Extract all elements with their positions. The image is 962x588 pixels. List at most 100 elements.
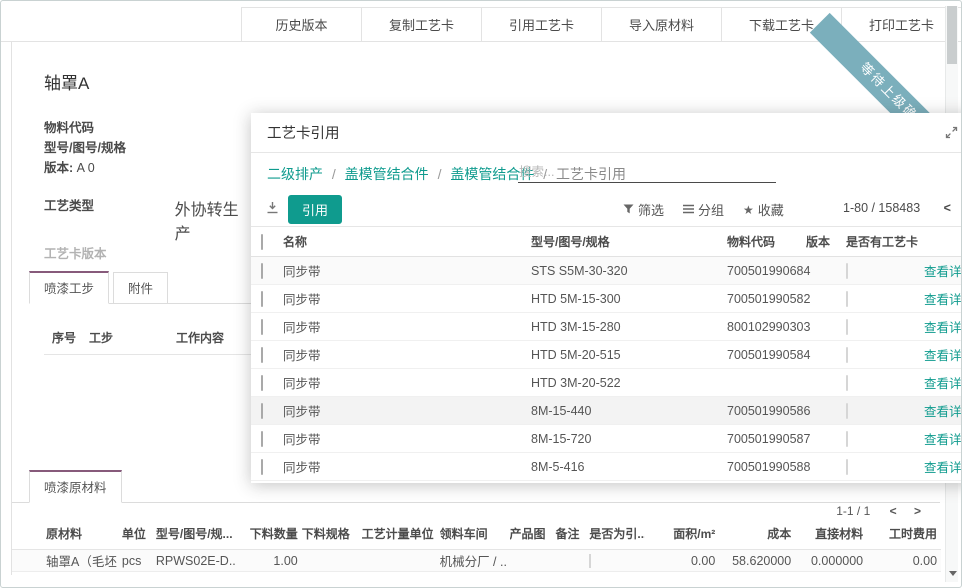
cell-name: 同步带 <box>283 317 531 336</box>
scrollbar-thumb[interactable] <box>947 6 957 64</box>
page-range: 1-80 / 158483 <box>843 201 920 215</box>
breadcrumb-item[interactable]: 二级排产 <box>267 166 323 182</box>
cell-code: 800102990303 <box>727 320 806 334</box>
row-checkbox-cell <box>261 376 283 390</box>
group-bars-icon <box>683 203 694 217</box>
filter-menu[interactable]: 筛选 <box>623 200 664 219</box>
toolbar-button-import-materials[interactable]: 导入原材料 <box>601 7 721 41</box>
reference-table: 名称 型号/图号/规格 物料代码 版本 是否有工艺卡 同步带 STS S5M-3… <box>251 226 962 481</box>
select-all-checkbox[interactable] <box>261 234 263 250</box>
mat-col-note: 备注 <box>555 525 585 542</box>
is-ref-checkbox[interactable] <box>589 554 591 568</box>
view-detail-link[interactable]: 查看详情 <box>924 429 962 448</box>
mat-cell-area: 0.00 <box>649 554 715 568</box>
row-checkbox[interactable] <box>261 431 263 447</box>
has-card-checkbox <box>846 263 848 279</box>
group-by-menu[interactable]: 分组 <box>683 200 724 219</box>
table-row[interactable]: 同步带 HTD 3M-15-280 800102990303 查看详情 <box>251 313 962 341</box>
breadcrumb-separator: / <box>438 166 442 182</box>
cell-code: 700501990684 <box>727 264 806 278</box>
table-row[interactable]: 同步带 8M-15-720 700501990587 查看详情 <box>251 425 962 453</box>
table-row[interactable]: 同步带 STS S5M-30-320 700501990684 查看详情 <box>251 257 962 285</box>
cell-name: 同步带 <box>283 401 531 420</box>
favorites-menu[interactable]: ★ 收藏 <box>743 200 784 219</box>
cell-code: 700501990588 <box>727 460 806 474</box>
view-detail-link[interactable]: 查看详情 <box>924 345 962 364</box>
toolbar-button-copy-card[interactable]: 复制工艺卡 <box>361 7 481 41</box>
material-code-label: 物料代码 <box>44 118 251 138</box>
prev-page-button[interactable]: < <box>944 201 951 215</box>
steps-col-step: 工步 <box>89 329 159 346</box>
row-checkbox[interactable] <box>261 347 263 363</box>
materials-table-row[interactable]: 轴罩A（毛坯... pcs RPWS02E-D... 1.00 机械分厂 / .… <box>12 550 941 572</box>
search-input[interactable] <box>518 161 776 183</box>
download-icon[interactable] <box>266 201 279 219</box>
mat-cell-qty: 1.00 <box>240 554 298 568</box>
materials-next-page-button[interactable]: > <box>914 504 921 518</box>
row-checkbox[interactable] <box>261 403 263 419</box>
view-detail-link[interactable]: 查看详情 <box>924 373 962 392</box>
table-row[interactable]: 同步带 8M-5-416 700501990588 查看详情 <box>251 453 962 481</box>
row-checkbox[interactable] <box>261 459 263 475</box>
scroll-down-arrow-icon[interactable] <box>949 571 957 576</box>
version-value: A 0 <box>77 161 95 175</box>
row-checkbox-cell <box>261 432 283 446</box>
cell-has-card <box>846 432 924 446</box>
col-version: 版本 <box>806 233 846 250</box>
toolbar-button-history-version[interactable]: 历史版本 <box>241 7 361 41</box>
mat-cell-spec: RPWS02E-D... <box>156 554 236 568</box>
row-checkbox[interactable] <box>261 375 263 391</box>
star-icon: ★ <box>743 203 754 217</box>
steps-col-content: 工作内容 <box>176 329 224 346</box>
process-type-row: 工艺类型 外协转生产 <box>44 196 251 244</box>
has-card-checkbox <box>846 459 848 475</box>
table-row[interactable]: 同步带 HTD 3M-20-522 查看详情 <box>251 369 962 397</box>
favorites-label: 收藏 <box>758 200 784 219</box>
mat-cell-labor-cost: 0.00 <box>867 554 937 568</box>
mat-cell-material: 轴罩A（毛坯... <box>46 551 118 570</box>
breadcrumb-item[interactable]: 盖模管结合件 <box>345 166 429 182</box>
expand-icon[interactable] <box>945 126 958 144</box>
reference-button[interactable]: 引用 <box>288 195 342 224</box>
toolbar-button-reference-card[interactable]: 引用工艺卡 <box>481 7 601 41</box>
version-label: 版本: <box>44 161 73 175</box>
dialog-pagination: 1-80 / 158483 < > <box>843 201 962 215</box>
view-detail-link[interactable]: 查看详情 <box>924 401 962 420</box>
cell-code: 700501990582 <box>727 292 806 306</box>
mat-col-labor-cost: 工时费用 <box>867 525 937 542</box>
view-detail-link[interactable]: 查看详情 <box>924 289 962 308</box>
row-checkbox[interactable] <box>261 319 263 335</box>
dialog-title: 工艺卡引用 <box>267 122 340 143</box>
mat-col-material: 原材料 <box>46 525 118 542</box>
row-checkbox[interactable] <box>261 263 263 279</box>
filter-funnel-icon <box>623 203 634 217</box>
table-row[interactable]: 同步带 HTD 5M-20-515 700501990584 查看详情 <box>251 341 962 369</box>
col-spec: 型号/图号/规格 <box>531 233 727 250</box>
materials-table-header: 原材料 单位 型号/图号/规... 下料数量 下料规格 工艺计量单位 领料车间 … <box>12 525 941 550</box>
cell-has-card <box>846 264 924 278</box>
cell-name: 同步带 <box>283 429 531 448</box>
materials-prev-page-button[interactable]: < <box>890 504 897 518</box>
cell-spec: 8M-15-440 <box>531 404 727 418</box>
tab-attachments[interactable]: 附件 <box>113 272 168 303</box>
table-row[interactable]: 同步带 HTD 5M-15-300 700501990582 查看详情 <box>251 285 962 313</box>
cell-has-card <box>846 404 924 418</box>
view-detail-link[interactable]: 查看详情 <box>924 317 962 336</box>
toolbar-button-print-card[interactable]: 打印工艺卡 <box>841 7 961 41</box>
mat-col-unit: 单位 <box>122 525 152 542</box>
table-row[interactable]: 同步带 8M-15-440 700501990586 查看详情 <box>251 397 962 425</box>
cell-code: 700501990586 <box>727 404 806 418</box>
tab-paint-steps[interactable]: 喷漆工步 <box>29 271 109 304</box>
row-checkbox[interactable] <box>261 291 263 307</box>
materials-table: 原材料 单位 型号/图号/规... 下料数量 下料规格 工艺计量单位 领料车间 … <box>12 525 941 572</box>
row-checkbox-cell <box>261 320 283 334</box>
cell-spec: 8M-15-720 <box>531 432 727 446</box>
view-detail-link[interactable]: 查看详情 <box>924 261 962 280</box>
view-detail-link[interactable]: 查看详情 <box>924 457 962 476</box>
cell-spec: HTD 3M-15-280 <box>531 320 727 334</box>
process-type-label: 工艺类型 <box>44 196 175 244</box>
tab-paint-materials[interactable]: 喷漆原材料 <box>29 470 122 503</box>
col-has-card: 是否有工艺卡 <box>846 233 924 250</box>
steps-tabbar: 喷漆工步 附件 <box>29 271 251 304</box>
mat-col-direct-material: 直接材料 <box>795 525 863 542</box>
